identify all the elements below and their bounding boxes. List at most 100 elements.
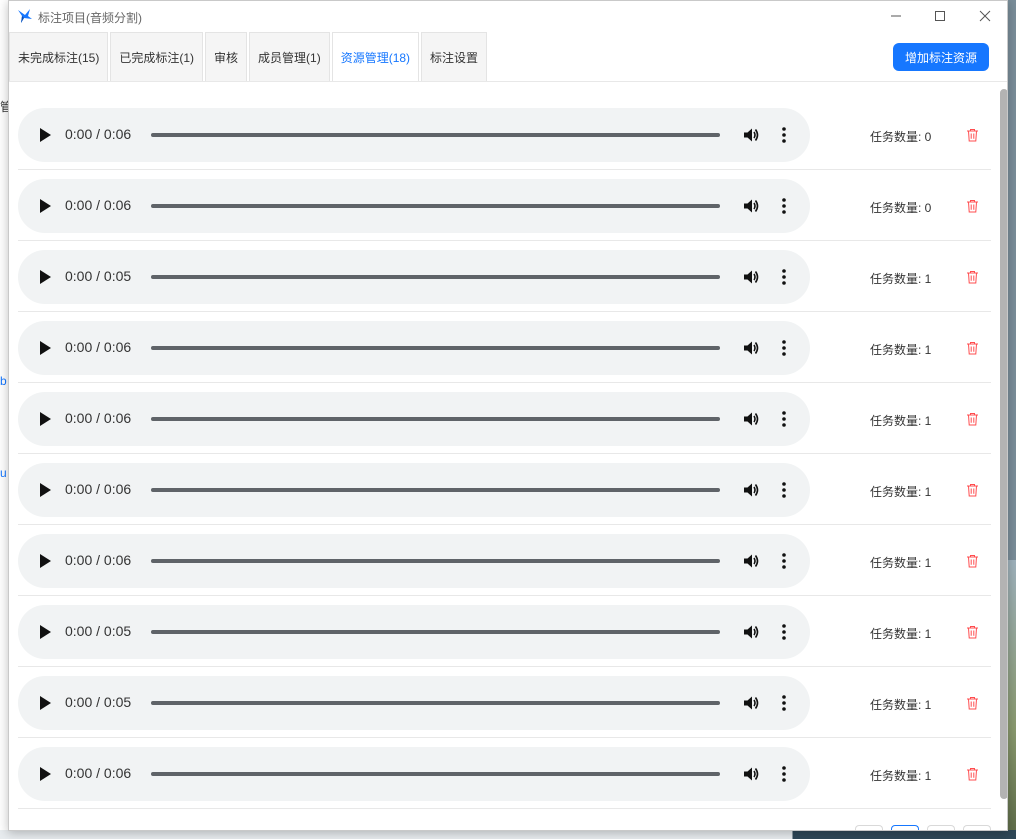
audio-progress-bar[interactable] [151,630,720,634]
audio-player: 0:00 / 0:05 [18,605,810,659]
trash-icon[interactable] [966,199,979,213]
tab-resource-management[interactable]: 资源管理(18) [331,32,420,81]
tab-divider [9,81,1007,82]
trash-icon[interactable] [966,767,979,781]
window-title: 标注项目(音频分割) [38,11,142,25]
audio-progress-bar[interactable] [151,772,720,776]
audio-player: 0:00 / 0:06 [18,463,810,517]
resource-row: 0:00 / 0:05 任务数量: 1 [18,241,991,312]
audio-player: 0:00 / 0:06 [18,747,810,801]
task-count: 任务数量: 1 [870,485,932,499]
tab-completed-annotations[interactable]: 已完成标注(1) [110,32,204,81]
audio-player: 0:00 / 0:06 [18,108,810,162]
volume-icon[interactable] [742,126,760,144]
pagination-page-button[interactable] [927,825,955,830]
close-icon [979,10,991,22]
app-logo-icon [18,9,32,23]
audio-time: 0:00 / 0:06 [65,339,132,355]
volume-icon[interactable] [742,765,760,783]
task-count: 任务数量: 0 [870,130,932,144]
play-icon[interactable] [38,269,52,285]
audio-progress-bar[interactable] [151,204,720,208]
more-vertical-icon[interactable] [780,623,788,641]
pagination-page-button[interactable] [891,825,919,830]
more-vertical-icon[interactable] [780,339,788,357]
resource-list: 0:00 / 0:06 任务数量: 0 0:00 / 0:06 任务数量: 0 … [18,99,991,809]
more-vertical-icon[interactable] [780,481,788,499]
audio-time: 0:00 / 0:05 [65,694,132,710]
audio-time: 0:00 / 0:06 [65,197,132,213]
scrollbar-thumb[interactable] [1000,89,1007,799]
volume-icon[interactable] [742,339,760,357]
background-text-fragment: b [0,374,7,388]
add-resource-button[interactable]: 增加标注资源 [893,43,989,71]
audio-player: 0:00 / 0:05 [18,250,810,304]
audio-progress-bar[interactable] [151,275,720,279]
trash-icon[interactable] [966,128,979,142]
more-vertical-icon[interactable] [780,694,788,712]
maximize-icon [935,11,945,21]
audio-player: 0:00 / 0:06 [18,179,810,233]
audio-time: 0:00 / 0:06 [65,126,132,142]
tab-review[interactable]: 审核 [205,32,248,81]
audio-progress-bar[interactable] [151,346,720,350]
audio-progress-bar[interactable] [151,133,720,137]
tab-incomplete-annotations[interactable]: 未完成标注(15) [9,32,109,81]
close-button[interactable] [962,1,1007,31]
trash-icon[interactable] [966,483,979,497]
volume-icon[interactable] [742,410,760,428]
play-icon[interactable] [38,411,52,427]
task-count: 任务数量: 1 [870,698,932,712]
audio-time: 0:00 / 0:06 [65,481,132,497]
minimize-icon [891,15,901,17]
play-icon[interactable] [38,553,52,569]
resource-row: 0:00 / 0:06 任务数量: 1 [18,312,991,383]
audio-time: 0:00 / 0:05 [65,268,132,284]
audio-player: 0:00 / 0:06 [18,321,810,375]
title-bar[interactable]: 标注项目(音频分割) [9,1,1007,31]
audio-progress-bar[interactable] [151,559,720,563]
audio-progress-bar[interactable] [151,701,720,705]
play-icon[interactable] [38,624,52,640]
pagination-next-button[interactable] [963,825,991,830]
play-icon[interactable] [38,340,52,356]
more-vertical-icon[interactable] [780,410,788,428]
volume-icon[interactable] [742,268,760,286]
pagination-prev-button[interactable] [855,825,883,830]
more-vertical-icon[interactable] [780,126,788,144]
minimize-button[interactable] [873,1,919,31]
trash-icon[interactable] [966,554,979,568]
play-icon[interactable] [38,127,52,143]
trash-icon[interactable] [966,270,979,284]
audio-progress-bar[interactable] [151,488,720,492]
volume-icon[interactable] [742,552,760,570]
trash-icon[interactable] [966,412,979,426]
task-count: 任务数量: 0 [870,201,932,215]
more-vertical-icon[interactable] [780,197,788,215]
play-icon[interactable] [38,766,52,782]
resource-row: 0:00 / 0:06 任务数量: 1 [18,738,991,809]
volume-icon[interactable] [742,197,760,215]
resource-row: 0:00 / 0:05 任务数量: 1 [18,596,991,667]
task-count: 任务数量: 1 [870,414,932,428]
volume-icon[interactable] [742,623,760,641]
trash-icon[interactable] [966,696,979,710]
resource-row: 0:00 / 0:06 任务数量: 0 [18,99,991,170]
app-window: 标注项目(音频分割) 未完成标注(15) 已完成标注(1) 审核 成员管理(1)… [8,0,1008,831]
trash-icon[interactable] [966,341,979,355]
audio-time: 0:00 / 0:06 [65,410,132,426]
play-icon[interactable] [38,695,52,711]
more-vertical-icon[interactable] [780,268,788,286]
trash-icon[interactable] [966,625,979,639]
resource-row: 0:00 / 0:06 任务数量: 1 [18,525,991,596]
tab-member-management[interactable]: 成员管理(1) [249,32,330,81]
volume-icon[interactable] [742,481,760,499]
volume-icon[interactable] [742,694,760,712]
more-vertical-icon[interactable] [780,552,788,570]
more-vertical-icon[interactable] [780,765,788,783]
audio-progress-bar[interactable] [151,417,720,421]
maximize-button[interactable] [917,1,963,31]
play-icon[interactable] [38,198,52,214]
play-icon[interactable] [38,482,52,498]
tab-annotation-settings[interactable]: 标注设置 [421,32,488,81]
